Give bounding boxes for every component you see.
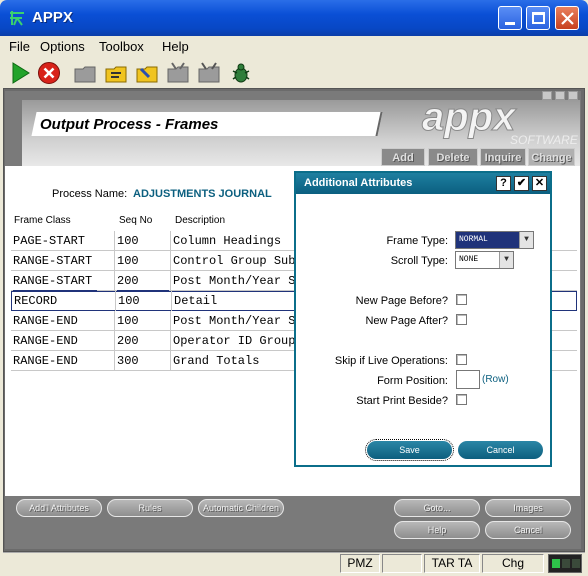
appx-app-icon: [10, 11, 24, 26]
window-title: APPX: [32, 9, 73, 26]
maximize-button[interactable]: [526, 6, 550, 30]
help-button[interactable]: Help: [394, 521, 480, 539]
status-light-icon: [552, 559, 560, 568]
cell-frame-class: RANGE-START: [11, 271, 115, 291]
menu-bar: [3, 36, 585, 58]
rules-button[interactable]: Rules: [107, 499, 193, 517]
close-icon: [561, 12, 574, 25]
cell-seq-no: 100: [115, 311, 171, 331]
delete-button[interactable]: Delete: [428, 148, 478, 166]
status-lights: [548, 554, 582, 573]
new-page-after-checkbox[interactable]: [456, 314, 467, 325]
save-button[interactable]: Save: [365, 439, 454, 461]
change-button[interactable]: Change: [528, 148, 575, 166]
scroll-type-value: NONE: [459, 255, 479, 264]
cell-frame-class: RECORD: [12, 291, 116, 311]
cell-frame-class: RANGE-START: [11, 251, 115, 271]
addl-attributes-button[interactable]: Add'l Attributes: [16, 499, 102, 517]
process-name-value: ADJUSTMENTS JOURNAL: [133, 188, 272, 200]
frame-type-label: Frame Type:: [386, 235, 448, 247]
cell-seq-no: 200: [115, 331, 171, 351]
cell-seq-no: 200: [115, 271, 171, 291]
page-title: Output Process - Frames: [40, 116, 219, 133]
stop-icon[interactable]: [37, 61, 61, 85]
form-position-unit: (Row): [482, 374, 509, 385]
dialog-title: Additional Attributes: [304, 177, 413, 189]
new-page-before-label: New Page Before?: [355, 295, 448, 307]
goto-button[interactable]: Goto...: [394, 499, 480, 517]
cancel-button[interactable]: Cancel: [485, 521, 571, 539]
status-cell-mode: Chg: [482, 554, 544, 573]
form-position-input[interactable]: [456, 370, 480, 389]
menu-file[interactable]: File: [9, 39, 30, 54]
status-light-icon: [572, 559, 580, 568]
cell-frame-class: RANGE-END: [11, 311, 115, 331]
cell-seq-no: 100: [116, 291, 172, 311]
start-print-beside-checkbox[interactable]: [456, 394, 467, 405]
inquire-button[interactable]: Inquire: [480, 148, 526, 166]
new-page-before-checkbox[interactable]: [456, 294, 467, 305]
dialog-cancel-button[interactable]: Cancel: [458, 441, 543, 459]
menu-options[interactable]: Options: [40, 39, 85, 54]
cell-seq-no: 100: [115, 251, 171, 271]
folder-tools-alt-icon[interactable]: [197, 61, 221, 85]
images-button[interactable]: Images: [485, 499, 571, 517]
cell-seq-no: 300: [115, 351, 171, 371]
close-button[interactable]: [555, 6, 579, 30]
cell-seq-no: 100: [115, 231, 171, 251]
help-icon[interactable]: ?: [496, 176, 511, 191]
skip-live-checkbox[interactable]: [456, 354, 467, 365]
play-icon[interactable]: [8, 61, 32, 85]
minimize-button[interactable]: [498, 6, 522, 30]
automatic-children-button[interactable]: Automatic Children: [198, 499, 284, 517]
folder-tools-icon[interactable]: [166, 61, 190, 85]
column-frame-class[interactable]: Frame Class: [14, 215, 71, 226]
chevron-down-icon: ▼: [519, 232, 533, 248]
column-seq-no[interactable]: Seq No: [119, 215, 152, 226]
maximize-icon: [532, 12, 545, 24]
folder-notes-icon[interactable]: [104, 61, 128, 85]
folder-gray-icon[interactable]: [73, 61, 97, 85]
cell-frame-class: RANGE-END: [11, 331, 115, 351]
menu-help[interactable]: Help: [162, 39, 189, 54]
frame-type-value: NORMAL: [459, 235, 488, 244]
chevron-down-icon: ▼: [499, 252, 513, 268]
cell-frame-class: PAGE-START: [11, 231, 115, 251]
status-cell-tar: TAR TA: [424, 554, 480, 573]
add-button[interactable]: Add: [381, 148, 425, 166]
appx-logo: appx SOFTWARE: [422, 98, 579, 147]
status-light-icon: [562, 559, 570, 568]
process-name-label: Process Name:: [52, 188, 128, 200]
ok-check-icon[interactable]: ✔: [514, 176, 529, 191]
new-page-after-label: New Page After?: [365, 315, 448, 327]
skip-live-label: Skip if Live Operations:: [334, 355, 448, 367]
menu-toolbox[interactable]: Toolbox: [99, 39, 144, 54]
cell-frame-class: RANGE-END: [11, 351, 115, 371]
status-cell-pmz: PMZ: [340, 554, 380, 573]
svg-text:appx: appx: [422, 98, 517, 139]
column-description[interactable]: Description: [175, 215, 225, 226]
status-cell-empty: [382, 554, 422, 573]
start-print-beside-label: Start Print Beside?: [356, 395, 448, 407]
form-position-label: Form Position:: [377, 375, 448, 387]
frame-type-select[interactable]: NORMAL ▼: [455, 231, 534, 249]
minimize-icon: [505, 22, 515, 25]
svg-text:SOFTWARE: SOFTWARE: [510, 133, 578, 147]
close-icon[interactable]: ✕: [532, 176, 547, 191]
bug-icon[interactable]: [229, 61, 253, 85]
scroll-type-select[interactable]: NONE ▼: [455, 251, 514, 269]
scroll-type-label: Scroll Type:: [390, 255, 448, 267]
folder-edit-icon[interactable]: [135, 61, 159, 85]
